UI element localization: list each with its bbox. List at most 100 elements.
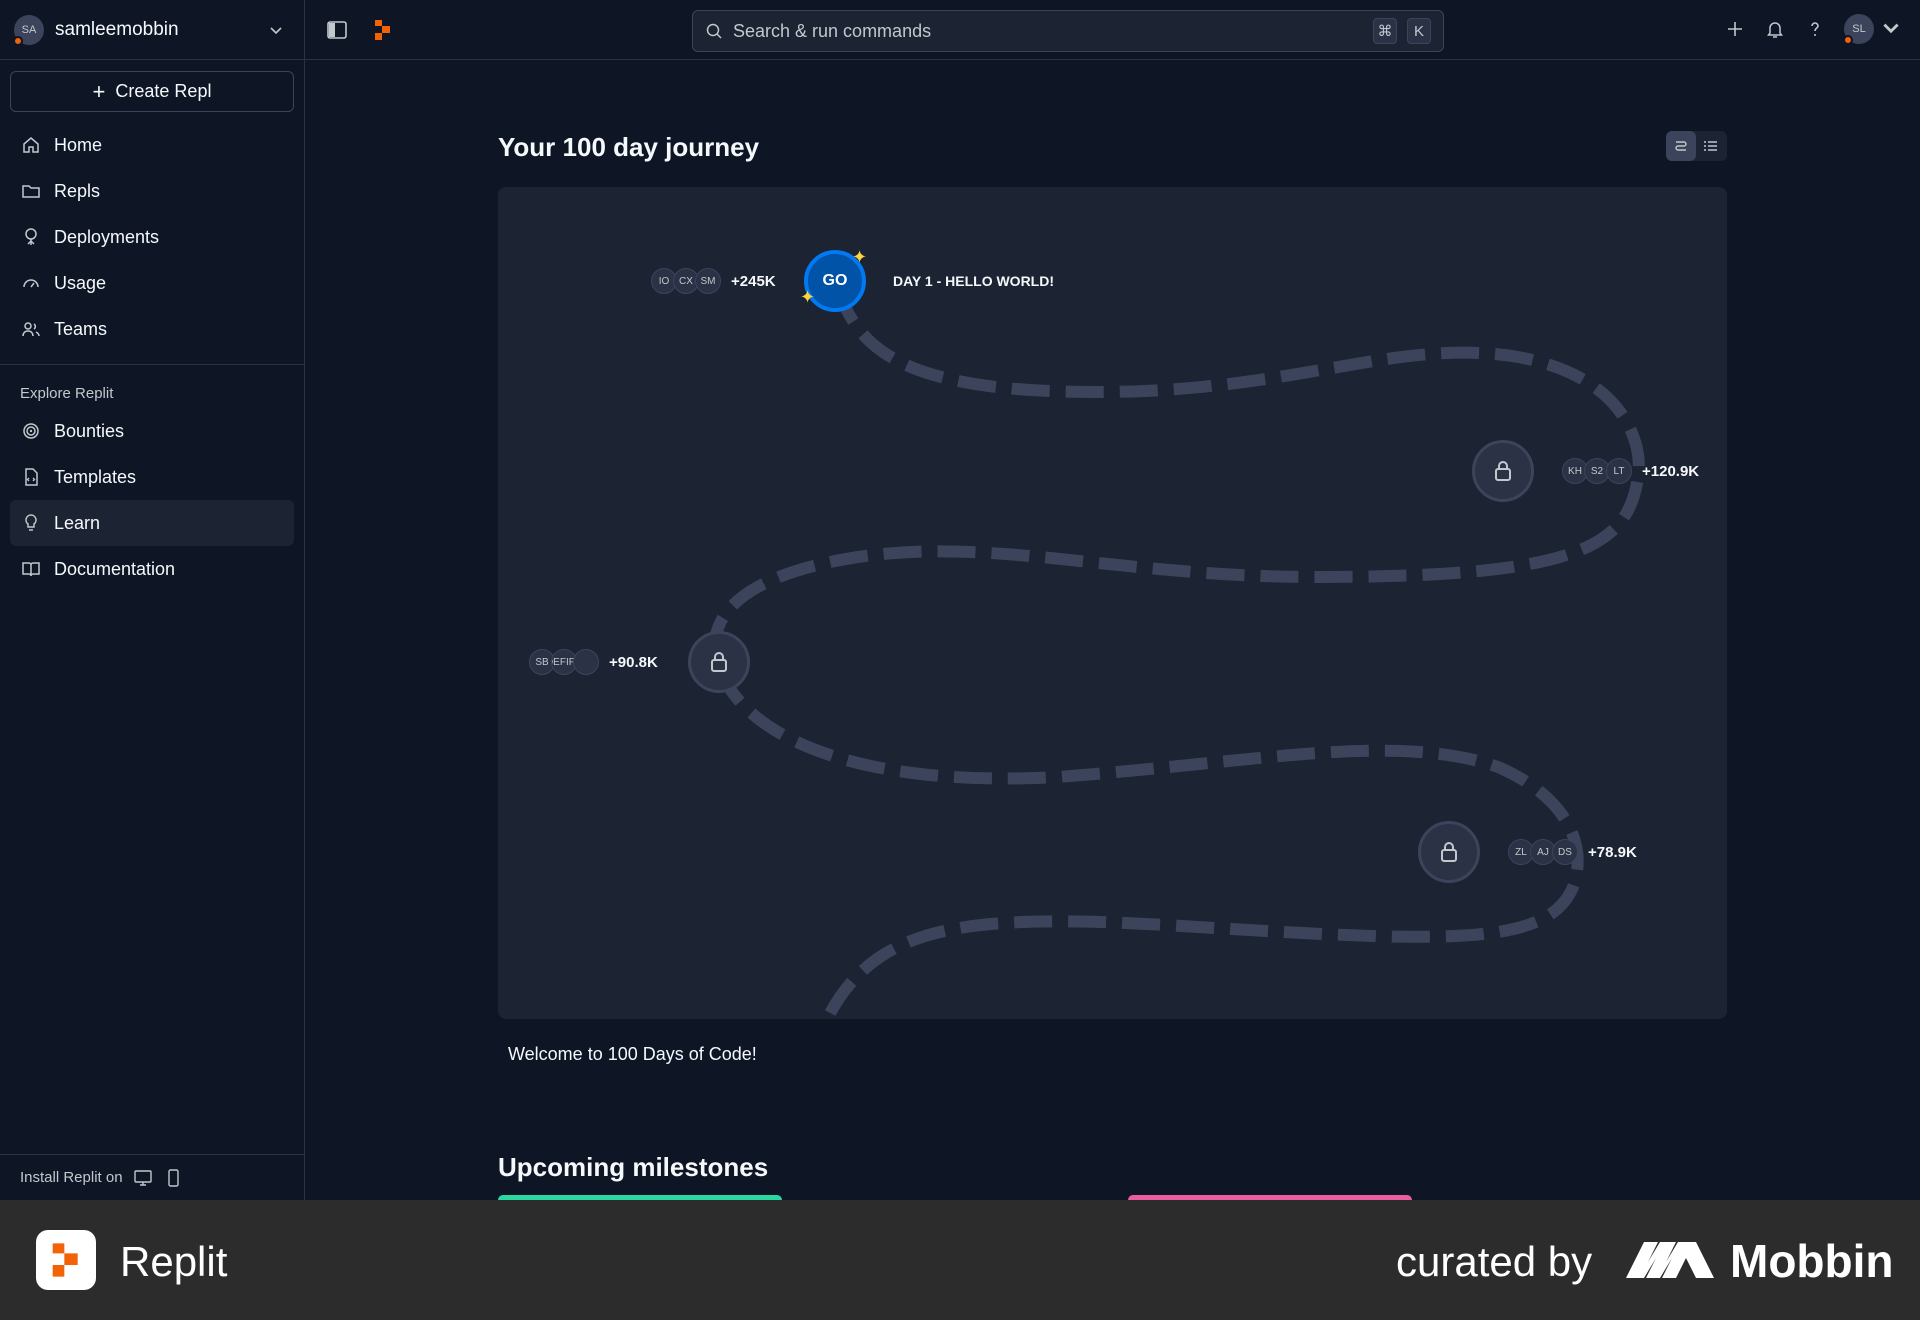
- gauge-icon: [23, 279, 39, 288]
- install-replit-row: Install Replit on: [0, 1154, 304, 1200]
- template-icon: [25, 468, 38, 486]
- lightbulb-icon: [25, 514, 37, 531]
- create-repl-label: Create Repl: [115, 81, 212, 101]
- sidebar-toggle-icon[interactable]: [325, 18, 349, 42]
- avatar-initials: SL: [1852, 23, 1866, 35]
- shortcut-cmd-key: ⌘: [1373, 18, 1397, 44]
- replit-app-logo: [36, 1230, 96, 1290]
- sidebar-item-teams[interactable]: Teams: [10, 306, 294, 352]
- sidebar-item-label: Repls: [54, 180, 101, 201]
- sidebar: SA samleemobbin + Create Repl Home Repls…: [0, 0, 305, 1200]
- sidebar-item-repls[interactable]: Repls: [10, 168, 294, 214]
- account-switcher[interactable]: SA samleemobbin: [0, 0, 304, 60]
- sidebar-item-label: Usage: [54, 272, 107, 293]
- go-label: GO: [822, 272, 848, 289]
- list-view-button[interactable]: [1696, 131, 1726, 161]
- welcome-text: Welcome to 100 Days of Code!: [508, 1044, 757, 1064]
- participant-count: +120.9K: [1642, 462, 1700, 480]
- explore-nav: Bounties Templates Learn Documentation: [0, 408, 304, 592]
- mobbin-logo-icon: [1626, 1242, 1714, 1278]
- map-view-button[interactable]: [1666, 131, 1696, 161]
- avatar: SA: [13, 14, 44, 46]
- replit-logo-icon: [52, 1243, 78, 1277]
- status-dot: [13, 35, 23, 46]
- topbar-actions: SL: [1724, 14, 1902, 45]
- home-icon: [23, 137, 39, 153]
- sidebar-item-label: Bounties: [54, 420, 125, 441]
- explore-section-label: Explore Replit: [20, 385, 114, 402]
- create-repl-button[interactable]: + Create Repl: [10, 71, 294, 112]
- journey-path: [709, 285, 1645, 1019]
- sidebar-item-label: Learn: [54, 512, 101, 533]
- journey-map: IO CX SM +245K GO ✦ ✦ DAY 1 - HELLO WORL…: [498, 187, 1727, 1019]
- sidebar-item-templates[interactable]: Templates: [10, 454, 294, 500]
- chevron-down-icon: [1883, 23, 1899, 34]
- sparkle-icon: ✦: [852, 247, 868, 267]
- participant-avatar: DS: [1552, 839, 1578, 865]
- replit-logo-icon[interactable]: [371, 18, 395, 42]
- sidebar-item-documentation[interactable]: Documentation: [10, 546, 294, 592]
- sidebar-item-bounties[interactable]: Bounties: [10, 408, 294, 454]
- search-placeholder: Search & run commands: [733, 20, 932, 41]
- folder-icon: [22, 185, 40, 198]
- search-icon: [706, 23, 722, 39]
- sidebar-item-home[interactable]: Home: [10, 122, 294, 168]
- target-icon: [23, 423, 39, 439]
- top-bar: Search & run commands ⌘ K SL: [305, 0, 1920, 60]
- shortcut-k-key: K: [1407, 18, 1431, 44]
- node-1-participants: IO CX SM +245K: [651, 267, 776, 295]
- view-toggle: [1666, 131, 1727, 161]
- sidebar-item-usage[interactable]: Usage: [10, 260, 294, 306]
- node-2-participants: KH S2 LT +120.9K: [1562, 457, 1699, 485]
- node-3-participants: SB DEFIFD +90.8K: [529, 648, 658, 676]
- username: samleemobbin: [55, 18, 179, 40]
- plus-icon[interactable]: [1724, 18, 1746, 40]
- list-icon: [1704, 141, 1717, 151]
- page-title: Your 100 day journey: [498, 132, 760, 162]
- deployments-icon: [25, 228, 37, 245]
- user-menu[interactable]: SL: [1843, 14, 1902, 45]
- desktop-icon[interactable]: [133, 1168, 153, 1188]
- app-name: Replit: [120, 1238, 228, 1285]
- book-icon: [22, 562, 40, 577]
- sidebar-item-label: Deployments: [54, 226, 160, 247]
- curated-by-label: curated by: [1396, 1238, 1593, 1285]
- participant-count: +245K: [731, 272, 776, 290]
- node-4-participants: ZL AJ DS +78.9K: [1508, 838, 1637, 866]
- participant-avatar: [573, 649, 599, 675]
- avatar-initials: SA: [21, 23, 37, 36]
- install-label: Install Replit on: [20, 1169, 123, 1186]
- chevron-down-icon: [270, 26, 282, 34]
- brand-name: Mobbin: [1730, 1235, 1894, 1287]
- plus-icon: +: [92, 78, 106, 104]
- lock-icon: [711, 652, 727, 672]
- search-input[interactable]: Search & run commands ⌘ K: [692, 10, 1444, 52]
- primary-nav: Home Repls Deployments Usage Teams: [0, 112, 304, 352]
- locked-node[interactable]: [1472, 440, 1534, 502]
- participant-avatar: LT: [1606, 458, 1632, 484]
- help-icon[interactable]: [1804, 18, 1826, 40]
- sidebar-item-label: Documentation: [54, 558, 176, 579]
- sparkle-icon: ✦: [800, 287, 816, 307]
- sidebar-item-label: Teams: [54, 318, 108, 339]
- avatar: SL: [1843, 14, 1874, 45]
- locked-node[interactable]: [1418, 821, 1480, 883]
- lock-icon: [1441, 842, 1457, 862]
- participant-count: +78.9K: [1588, 843, 1637, 861]
- users-icon: [22, 322, 40, 337]
- bell-icon[interactable]: [1764, 18, 1786, 40]
- sidebar-item-label: Home: [54, 134, 103, 155]
- milestones-heading: Upcoming milestones: [498, 1152, 769, 1182]
- path-icon: [1675, 141, 1687, 151]
- lock-icon: [1495, 461, 1511, 481]
- locked-node[interactable]: [688, 631, 750, 693]
- participant-count: +90.8K: [609, 653, 658, 671]
- sidebar-item-deployments[interactable]: Deployments: [10, 214, 294, 260]
- mobbin-footer: Replit curated by Mobbin: [0, 1200, 1920, 1320]
- mobile-icon[interactable]: [163, 1168, 183, 1188]
- participant-avatar: SM: [695, 268, 721, 294]
- sidebar-item-label: Templates: [54, 466, 137, 487]
- day-1-label: DAY 1 - HELLO WORLD!: [893, 273, 1055, 289]
- sidebar-item-learn[interactable]: Learn: [10, 500, 294, 546]
- status-dot: [1843, 35, 1853, 45]
